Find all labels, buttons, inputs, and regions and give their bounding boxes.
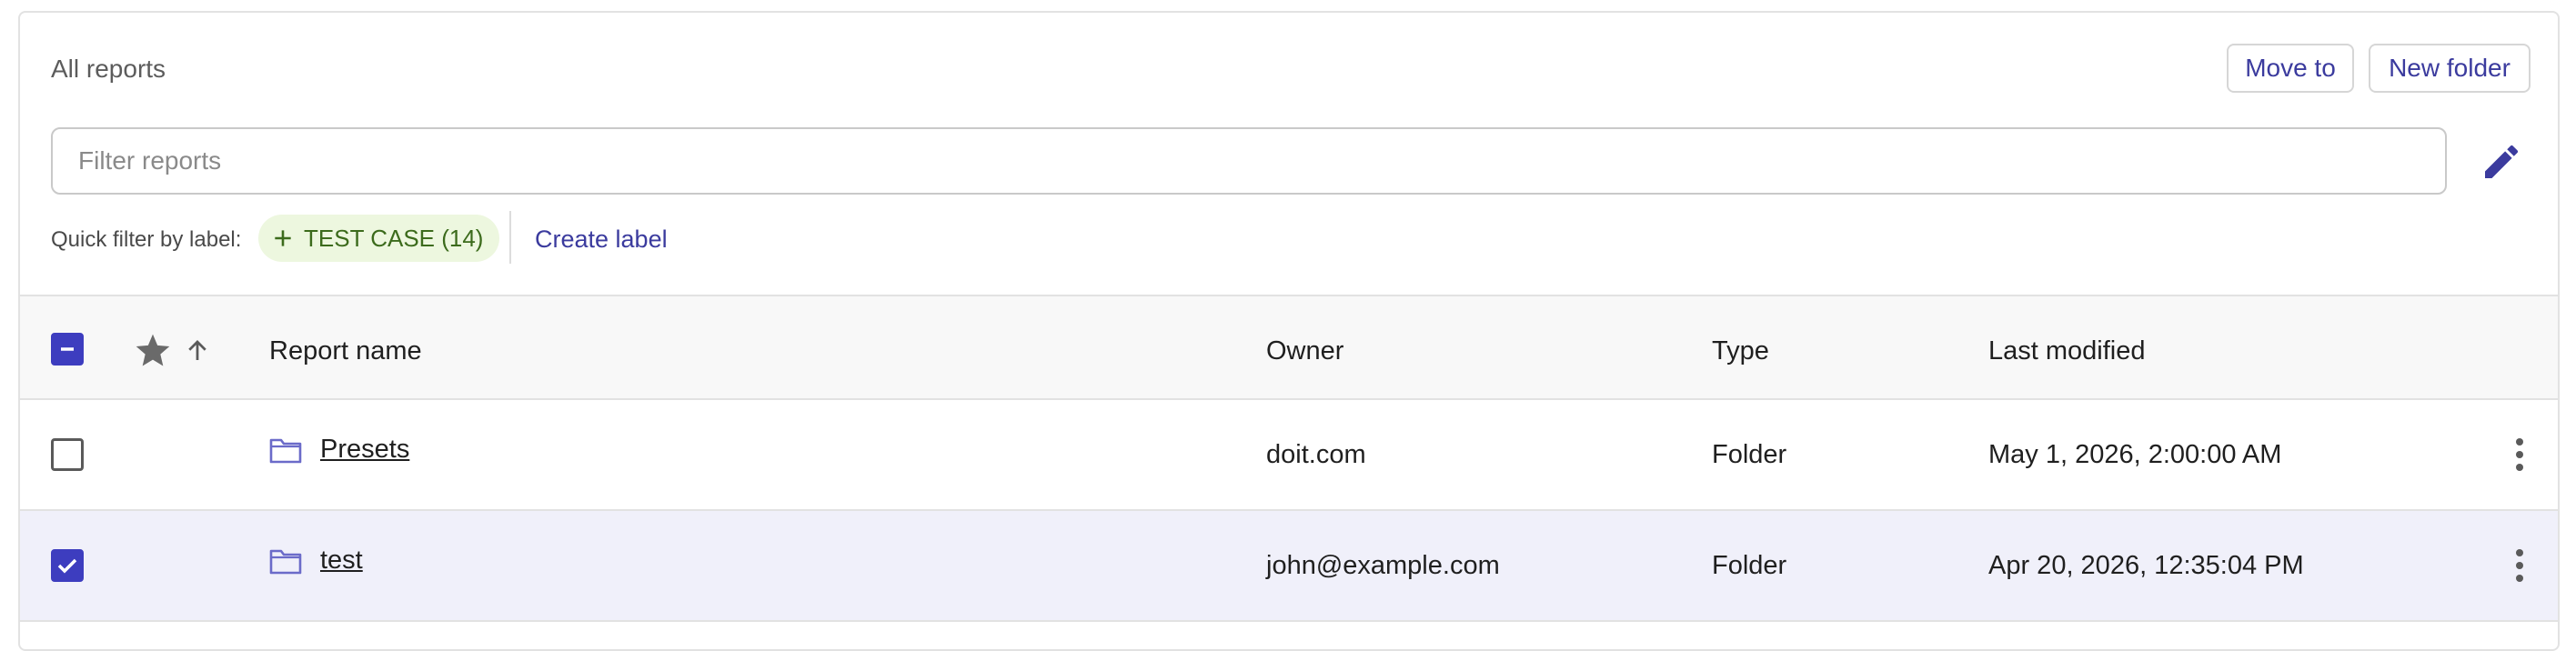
row-checkbox[interactable] [51, 438, 84, 471]
quick-filter-divider [509, 211, 511, 264]
report-name-link[interactable]: Presets [320, 435, 409, 465]
arrow-up-icon[interactable] [184, 336, 211, 366]
column-header-last-modified[interactable]: Last modified [1988, 336, 2146, 366]
label-chip-test-case[interactable]: TEST CASE (14) [258, 215, 500, 262]
type-cell: Folder [1712, 551, 1787, 580]
plus-icon [275, 230, 291, 246]
new-folder-button[interactable]: New folder [2369, 44, 2531, 93]
page-title: All reports [51, 55, 166, 83]
filter-reports-input[interactable] [51, 127, 2447, 195]
column-header-report-name[interactable]: Report name [269, 336, 422, 366]
owner-cell: john@example.com [1266, 551, 1500, 580]
last-modified-cell: May 1, 2026, 2:00:00 AM [1988, 440, 2282, 469]
quick-filter-label: Quick filter by label: [51, 227, 242, 252]
select-all-checkbox[interactable] [51, 333, 84, 366]
folder-icon [269, 549, 302, 575]
row-checkbox[interactable] [51, 549, 84, 582]
owner-cell: doit.com [1266, 440, 1366, 469]
column-header-owner[interactable]: Owner [1266, 336, 1343, 366]
reports-card: All reports Move to New folder Quick fil… [18, 11, 2560, 651]
folder-icon [269, 438, 302, 464]
type-cell: Folder [1712, 440, 1787, 469]
more-vertical-icon[interactable] [2512, 436, 2527, 473]
column-header-type[interactable]: Type [1712, 336, 1769, 366]
table-row[interactable]: test john@example.com Folder Apr 20, 202… [20, 511, 2558, 622]
move-to-button[interactable]: Move to [2227, 44, 2354, 93]
star-icon[interactable] [133, 331, 173, 371]
indeterminate-checkbox-icon [61, 347, 74, 351]
pencil-icon[interactable] [2480, 140, 2523, 184]
label-chip-text: TEST CASE (14) [304, 224, 484, 252]
create-label-link[interactable]: Create label [535, 225, 668, 254]
checkmark-icon [57, 558, 77, 574]
table-header: Report name Owner Type Last modified [20, 295, 2558, 400]
report-name-link[interactable]: test [320, 546, 363, 576]
more-vertical-icon[interactable] [2512, 547, 2527, 584]
table-row[interactable]: Presets doit.com Folder May 1, 2026, 2:0… [20, 400, 2558, 511]
last-modified-cell: Apr 20, 2026, 12:35:04 PM [1988, 551, 2304, 580]
